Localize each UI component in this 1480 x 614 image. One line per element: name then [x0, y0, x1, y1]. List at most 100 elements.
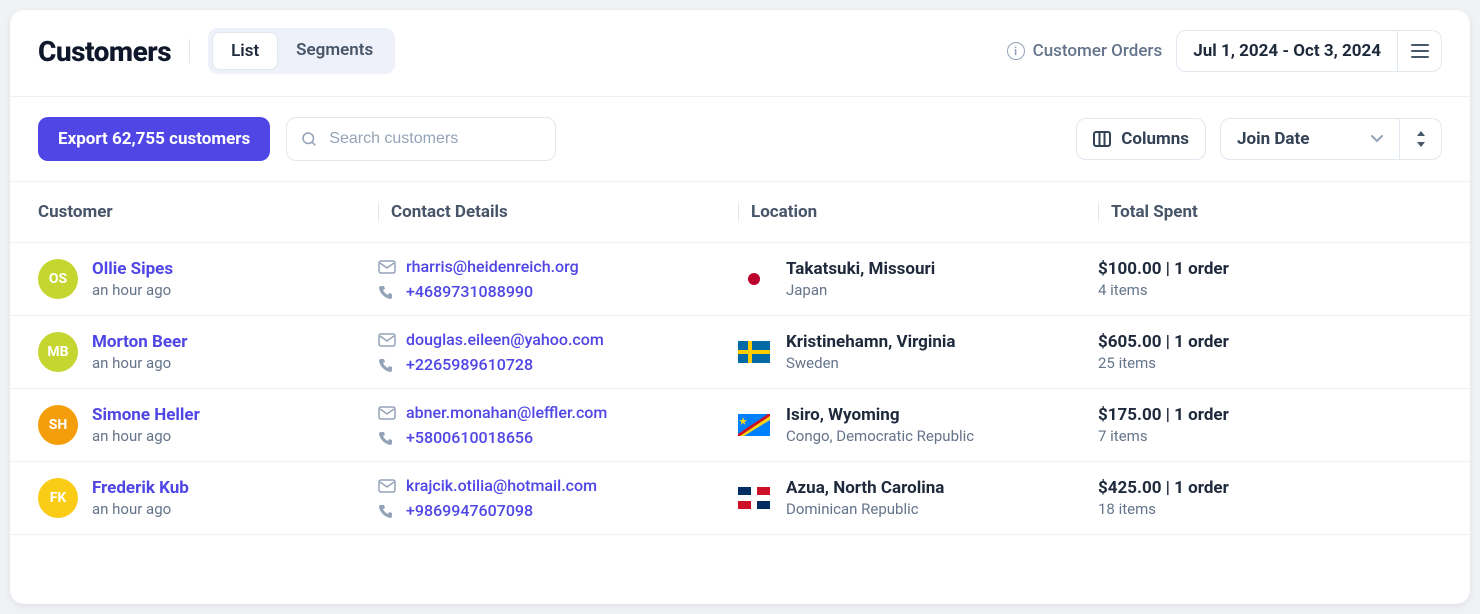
- spent-cell: $100.00 | 1 order 4 items: [1098, 259, 1442, 299]
- toolbar: Export 62,755 customers Columns Join Dat…: [10, 97, 1470, 181]
- customer-cell: MB Morton Beer an hour ago: [38, 332, 378, 372]
- flag-icon: [738, 414, 770, 436]
- spent-amount: $425.00 | 1 order: [1098, 478, 1430, 498]
- customer-name-link[interactable]: Frederik Kub: [92, 478, 189, 498]
- search-icon: [300, 130, 318, 148]
- spent-cell: $175.00 | 1 order 7 items: [1098, 405, 1442, 445]
- tab-list[interactable]: List: [212, 32, 278, 70]
- sort-group: Join Date: [1220, 118, 1442, 160]
- customer-time: an hour ago: [92, 427, 200, 445]
- table-row[interactable]: OS Ollie Sipes an hour ago rharris@heide…: [10, 243, 1470, 316]
- search-wrap: [286, 117, 556, 161]
- th-location: Location: [738, 202, 1098, 222]
- sort-label: Join Date: [1237, 129, 1309, 149]
- export-button[interactable]: Export 62,755 customers: [38, 117, 270, 161]
- info-icon: i: [1007, 42, 1025, 60]
- phone-icon: [378, 284, 396, 300]
- spent-items: 7 items: [1098, 427, 1430, 445]
- customer-name-link[interactable]: Morton Beer: [92, 332, 187, 352]
- email-link[interactable]: abner.monahan@leffler.com: [406, 403, 607, 422]
- spent-items: 25 items: [1098, 354, 1430, 372]
- location-city: Isiro, Wyoming: [786, 405, 974, 425]
- header: Customers List Segments i Customer Order…: [10, 10, 1470, 97]
- location-country: Japan: [786, 281, 935, 299]
- spent-amount: $175.00 | 1 order: [1098, 405, 1430, 425]
- phone-link[interactable]: +2265989610728: [406, 355, 533, 374]
- columns-button[interactable]: Columns: [1076, 118, 1206, 160]
- sort-updown-icon: [1416, 131, 1426, 147]
- toolbar-right: Columns Join Date: [1076, 118, 1442, 160]
- spent-amount: $605.00 | 1 order: [1098, 332, 1430, 352]
- table-row[interactable]: SH Simone Heller an hour ago abner.monah…: [10, 389, 1470, 462]
- phone-link[interactable]: +4689731088990: [406, 282, 533, 301]
- email-link[interactable]: rharris@heidenreich.org: [406, 257, 579, 276]
- customer-orders-link[interactable]: i Customer Orders: [1007, 41, 1163, 61]
- view-tabs: List Segments: [208, 28, 395, 74]
- table-row[interactable]: FK Frederik Kub an hour ago krajcik.otil…: [10, 462, 1470, 535]
- location-city: Kristinehamn, Virginia: [786, 332, 956, 352]
- date-range-group: Jul 1, 2024 - Oct 3, 2024: [1176, 30, 1442, 72]
- spent-items: 18 items: [1098, 500, 1430, 518]
- table-row[interactable]: MB Morton Beer an hour ago douglas.eilee…: [10, 316, 1470, 389]
- th-customer: Customer: [38, 202, 378, 222]
- phone-link[interactable]: +5800610018656: [406, 428, 533, 447]
- avatar: MB: [38, 332, 78, 372]
- customer-cell: FK Frederik Kub an hour ago: [38, 478, 378, 518]
- spent-amount: $100.00 | 1 order: [1098, 259, 1430, 279]
- contact-cell: abner.monahan@leffler.com +5800610018656: [378, 403, 738, 447]
- hamburger-icon: [1411, 44, 1429, 58]
- phone-icon: [378, 503, 396, 519]
- customer-name-link[interactable]: Ollie Sipes: [92, 259, 173, 279]
- customer-name-link[interactable]: Simone Heller: [92, 405, 200, 425]
- email-icon: [378, 406, 396, 420]
- spent-cell: $605.00 | 1 order 25 items: [1098, 332, 1442, 372]
- tab-segments[interactable]: Segments: [278, 32, 391, 70]
- spent-items: 4 items: [1098, 281, 1430, 299]
- th-spent: Total Spent: [1098, 202, 1442, 222]
- search-input[interactable]: [286, 117, 556, 161]
- sort-dropdown[interactable]: Join Date: [1220, 118, 1400, 160]
- customer-time: an hour ago: [92, 354, 187, 372]
- date-menu-button[interactable]: [1398, 30, 1442, 72]
- customer-time: an hour ago: [92, 500, 189, 518]
- columns-icon: [1093, 131, 1111, 147]
- customers-card: Customers List Segments i Customer Order…: [10, 10, 1470, 604]
- email-icon: [378, 333, 396, 347]
- columns-label: Columns: [1121, 129, 1189, 149]
- location-country: Sweden: [786, 354, 956, 372]
- customer-cell: SH Simone Heller an hour ago: [38, 405, 378, 445]
- avatar: SH: [38, 405, 78, 445]
- date-range-button[interactable]: Jul 1, 2024 - Oct 3, 2024: [1176, 30, 1398, 72]
- location-cell: Takatsuki, Missouri Japan: [738, 259, 1098, 299]
- divider: [189, 39, 190, 63]
- flag-icon: [738, 268, 770, 290]
- customer-time: an hour ago: [92, 281, 173, 299]
- contact-cell: douglas.eileen@yahoo.com +2265989610728: [378, 330, 738, 374]
- table-header: Customer Contact Details Location Total …: [10, 181, 1470, 243]
- email-icon: [378, 479, 396, 493]
- location-cell: Azua, North Carolina Dominican Republic: [738, 478, 1098, 518]
- email-link[interactable]: douglas.eileen@yahoo.com: [406, 330, 604, 349]
- customer-cell: OS Ollie Sipes an hour ago: [38, 259, 378, 299]
- location-country: Dominican Republic: [786, 500, 944, 518]
- spent-cell: $425.00 | 1 order 18 items: [1098, 478, 1442, 518]
- location-country: Congo, Democratic Republic: [786, 427, 974, 445]
- avatar: OS: [38, 259, 78, 299]
- location-cell: Isiro, Wyoming Congo, Democratic Republi…: [738, 405, 1098, 445]
- phone-link[interactable]: +9869947607098: [406, 501, 533, 520]
- email-link[interactable]: krajcik.otilia@hotmail.com: [406, 476, 597, 495]
- contact-cell: rharris@heidenreich.org +4689731088990: [378, 257, 738, 301]
- customer-orders-label: Customer Orders: [1033, 41, 1163, 61]
- location-cell: Kristinehamn, Virginia Sweden: [738, 332, 1098, 372]
- header-right: i Customer Orders Jul 1, 2024 - Oct 3, 2…: [1007, 30, 1442, 72]
- phone-icon: [378, 357, 396, 373]
- location-city: Azua, North Carolina: [786, 478, 944, 498]
- email-icon: [378, 260, 396, 274]
- chevron-down-icon: [1371, 135, 1383, 143]
- th-contact: Contact Details: [378, 202, 738, 222]
- page-title: Customers: [38, 35, 171, 68]
- sort-direction-button[interactable]: [1400, 118, 1442, 160]
- flag-icon: [738, 487, 770, 509]
- flag-icon: [738, 341, 770, 363]
- table-body: OS Ollie Sipes an hour ago rharris@heide…: [10, 243, 1470, 535]
